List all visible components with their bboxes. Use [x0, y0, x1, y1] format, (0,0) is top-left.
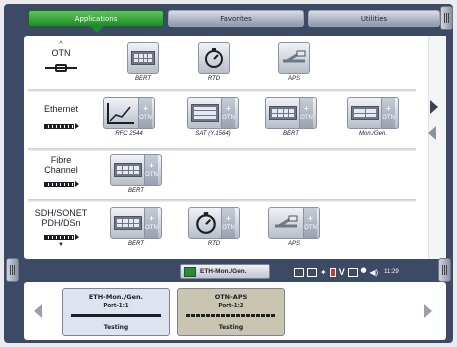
module-icon: [127, 42, 159, 74]
category-title-line1: Fibre: [50, 155, 72, 165]
app-otn-aps[interactable]: APS: [267, 42, 321, 88]
category-label: Ethernet: [30, 104, 92, 130]
category-title-line2: Channel: [44, 165, 78, 175]
app-sdh-bert[interactable]: + OTN BERT: [109, 207, 163, 253]
connector-icon: [40, 233, 82, 241]
test-name: ETH-Mon./Gen.: [88, 293, 144, 301]
tests-prev-arrow-icon[interactable]: [34, 304, 42, 318]
aps-icon: [278, 42, 310, 74]
app-label: RTD: [207, 76, 221, 82]
category-label: Fibre Channel: [30, 155, 92, 188]
app-label: Mon./Gen.: [358, 131, 387, 137]
usb-icon[interactable]: ⯃: [361, 268, 367, 276]
app-scrollbar[interactable]: [428, 36, 446, 259]
category-label: SDH/SONET PDH/DSn ▼: [30, 208, 92, 248]
app-label: RFC 2544: [115, 131, 143, 137]
category-row-fibre-channel: Fibre Channel + OTN BERT: [24, 151, 418, 197]
network-icon[interactable]: [294, 267, 304, 277]
remote-icon[interactable]: [347, 267, 358, 277]
app-otn-rtd[interactable]: RTD: [187, 42, 241, 88]
test-port: Port-1:1: [103, 303, 129, 309]
test-card-eth-mongen[interactable]: ETH-Mon./Gen. Port-1:1 Testing: [62, 288, 170, 336]
signal-line-icon: [186, 314, 276, 317]
app-eth-bert[interactable]: + OTN BERT: [264, 97, 318, 143]
app-label: BERT: [128, 188, 144, 194]
category-label: ^ OTN: [30, 41, 92, 72]
stopwatch-icon: [198, 42, 230, 74]
app-eth-sat[interactable]: + OTN SAT (Y.1564): [184, 97, 242, 143]
scroll-right-arrow-icon[interactable]: [430, 100, 438, 114]
tab-applications[interactable]: Applications: [28, 10, 164, 27]
app-label: BERT: [128, 241, 144, 247]
tab-bar: Applications Favorites Utilities: [4, 4, 453, 33]
connector-icon: [40, 180, 82, 188]
signal-line-icon: [71, 314, 161, 317]
link-icon[interactable]: [307, 267, 317, 277]
test-status: Testing: [218, 324, 244, 331]
module-icon: + OTN: [265, 97, 317, 129]
category-row-sdh-sonet: SDH/SONET PDH/DSn ▼ +OTN BERT +OTN RTD: [24, 202, 418, 258]
instrument-screen: Applications Favorites Utilities ^ OTN B…: [4, 4, 453, 343]
stopwatch-icon: + OTN: [188, 207, 240, 239]
mongen-icon: + OTN: [347, 97, 399, 129]
app-eth-rfc2544[interactable]: + OTN RFC 2544: [102, 97, 156, 143]
tests-next-arrow-icon[interactable]: [424, 304, 432, 318]
category-row-ethernet: Ethernet + OTN RFC 2544 + OTN SAT (Y.1564): [24, 92, 418, 146]
connector-icon: [40, 122, 82, 130]
scroll-left-arrow-icon[interactable]: [428, 126, 436, 140]
category-title: OTN: [51, 48, 71, 58]
app-label: APS: [287, 76, 300, 82]
system-tray: ✦ V ⯃ ◀) 11:29: [294, 266, 399, 278]
active-test-button[interactable]: ETH-Mon./Gen.: [180, 264, 270, 279]
category-row-otn: ^ OTN BERT RTD APS: [24, 36, 418, 88]
aps-icon: + OTN: [268, 207, 320, 239]
category-title-line1: SDH/SONET: [34, 208, 88, 218]
test-app-icon: [184, 266, 196, 277]
app-label: BERT: [283, 131, 299, 137]
active-tab-pointer: [90, 26, 104, 33]
top-right-handle[interactable]: [440, 6, 453, 30]
app-sdh-aps[interactable]: + OTN APS: [267, 207, 321, 253]
app-sdh-rtd[interactable]: + OTN RTD: [187, 207, 241, 253]
category-title-line2: PDH/DSn: [41, 218, 81, 228]
app-label: APS: [287, 241, 300, 247]
test-card-otn-aps[interactable]: OTN-APS Port-1:2 Testing: [177, 288, 285, 336]
vnc-icon[interactable]: V: [339, 267, 345, 277]
graph-icon: + OTN: [103, 97, 155, 129]
app-eth-mongen[interactable]: + OTN Mon./Gen.: [346, 97, 400, 143]
app-label: BERT: [135, 76, 151, 82]
otn-logo-icon: [45, 64, 77, 72]
tab-utilities[interactable]: Utilities: [308, 10, 440, 27]
category-title: Ethernet: [43, 104, 79, 114]
module-icon: + OTN: [110, 154, 162, 186]
sat-icon: + OTN: [187, 97, 239, 129]
battery-icon[interactable]: [329, 267, 336, 277]
wifi-icon[interactable]: ✦: [320, 268, 327, 277]
app-fc-bert[interactable]: + OTN BERT: [109, 154, 163, 200]
active-test-label: ETH-Mon./Gen.: [200, 268, 247, 275]
test-name: OTN-APS: [214, 293, 248, 301]
volume-icon[interactable]: ◀): [369, 268, 378, 277]
tab-favorites[interactable]: Favorites: [168, 10, 304, 27]
test-port: Port-1:2: [218, 303, 244, 309]
app-label: SAT (Y.1564): [195, 131, 231, 137]
app-label: RTD: [207, 241, 221, 247]
expand-arrow-icon[interactable]: ▼: [30, 242, 92, 248]
test-status: Testing: [103, 324, 129, 331]
running-tests-panel: ETH-Mon./Gen. Port-1:1 Testing OTN-APS P…: [24, 282, 446, 340]
status-bar: ETH-Mon./Gen. ✦ V ⯃ ◀) 11:29: [4, 261, 453, 281]
applications-panel: ^ OTN BERT RTD APS Ethernet + OTN RFC 25…: [24, 36, 446, 259]
clock: 11:29: [384, 269, 399, 275]
app-otn-bert[interactable]: BERT: [116, 42, 170, 88]
module-icon: + OTN: [110, 207, 162, 239]
